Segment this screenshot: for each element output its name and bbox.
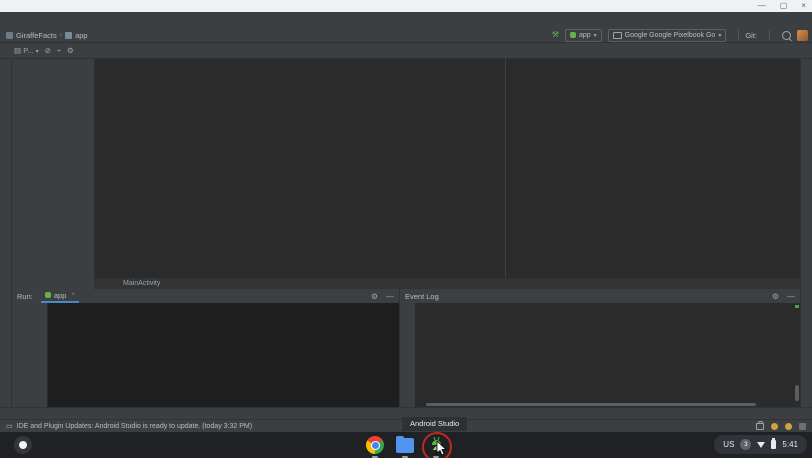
status-message[interactable]: IDE and Plugin Updates: Android Studio i… [17, 423, 252, 430]
run-config-label: app [579, 32, 591, 39]
main-toolbar: GiraffeFacts › app ⚒ app ▾ Google Google… [0, 27, 812, 43]
close-icon[interactable]: × [801, 0, 806, 12]
gear-icon[interactable]: ⚙ [371, 292, 378, 301]
breadcrumb-project[interactable]: GiraffeFacts [16, 31, 57, 40]
android-icon [45, 292, 51, 298]
run-toolbar [12, 303, 48, 407]
highlighting-level-icon[interactable] [771, 423, 778, 430]
wrap-guide [505, 59, 506, 277]
minimize-icon[interactable]: — [386, 292, 394, 301]
run-config-dropdown[interactable]: app ▾ [565, 29, 602, 42]
files-app-icon[interactable] [396, 436, 414, 454]
minimize-icon[interactable]: — [787, 292, 795, 301]
folder-icon [65, 32, 72, 39]
close-icon[interactable]: × [71, 292, 75, 298]
window-titlebar: — ▢ × [0, 0, 812, 12]
scroll-to-source-icon[interactable]: ÷ [57, 46, 61, 55]
device-dropdown[interactable]: Google Google Pixelbook Go ▾ [608, 29, 727, 42]
launcher-button[interactable] [14, 436, 32, 454]
search-icon[interactable] [782, 31, 791, 40]
chevron-down-icon: ▾ [594, 32, 597, 39]
chrome-app-icon[interactable] [366, 436, 384, 454]
run-console[interactable] [12, 303, 399, 407]
device-label: Google Google Pixelbook Go [625, 32, 716, 39]
build-hammer-icon[interactable]: ⚒ [552, 28, 559, 42]
code-editor[interactable] [95, 59, 800, 277]
horizontal-scrollbar[interactable] [426, 403, 756, 406]
run-tab-app[interactable]: app × [41, 289, 79, 303]
breadcrumb: GiraffeFacts › app [6, 27, 88, 43]
memory-indicator-icon[interactable] [785, 423, 792, 430]
gear-icon[interactable]: ⚙ [772, 292, 779, 301]
event-log-toolbar [400, 303, 416, 407]
tooltip: Android Studio [402, 417, 467, 431]
git-label: Git: [745, 31, 757, 40]
maximize-icon[interactable]: ▢ [780, 0, 788, 12]
project-tree [12, 59, 95, 289]
chevron-right-icon: › [60, 32, 62, 39]
system-tray[interactable]: US 3 5:41 [714, 435, 807, 454]
breadcrumb-module[interactable]: app [75, 31, 88, 40]
event-log-title: Event Log [405, 292, 439, 301]
battery-icon [771, 440, 776, 449]
editor-tab-bar: ▤ P... ▾ ⊘ ÷ ⚙ [0, 43, 812, 59]
wifi-icon [757, 442, 765, 448]
run-panel-title: Run: [17, 292, 33, 301]
android-studio-window: — ▢ × GiraffeFacts › app ⚒ app ▾ Google … [0, 0, 812, 458]
minimize-icon[interactable]: — [758, 0, 766, 12]
clock: 5:41 [782, 440, 798, 449]
project-view-dropdown[interactable]: ▤ P... ▾ [14, 46, 39, 55]
chromeos-shelf: US 3 5:41 [0, 432, 812, 458]
project-icon [6, 32, 13, 39]
device-icon [613, 32, 622, 39]
run-tool-window: Run: app × ⚙ — [12, 289, 400, 407]
collapse-all-icon[interactable]: ⊘ [45, 46, 51, 55]
message-icon: ▭ [6, 422, 13, 430]
separator [769, 30, 770, 40]
event-log-panel: Event Log ⚙ — [400, 289, 800, 407]
keyboard-layout: US [723, 440, 734, 449]
notifications-icon[interactable] [799, 423, 806, 430]
separator [738, 30, 739, 40]
editor-breadcrumb[interactable]: MainActivity [95, 277, 800, 289]
chevron-down-icon: ▾ [718, 32, 721, 39]
android-icon [570, 32, 576, 38]
event-log-list[interactable] [416, 303, 800, 407]
lock-icon[interactable] [756, 423, 764, 430]
vertical-scrollbar[interactable] [795, 305, 799, 405]
right-toolwindow-strip [800, 59, 812, 407]
notification-badge: 3 [740, 439, 751, 450]
menu-bar [0, 12, 812, 27]
gear-icon[interactable]: ⚙ [67, 46, 74, 55]
left-toolwindow-strip [0, 59, 12, 407]
user-avatar[interactable] [797, 30, 808, 41]
mouse-cursor [436, 441, 447, 456]
